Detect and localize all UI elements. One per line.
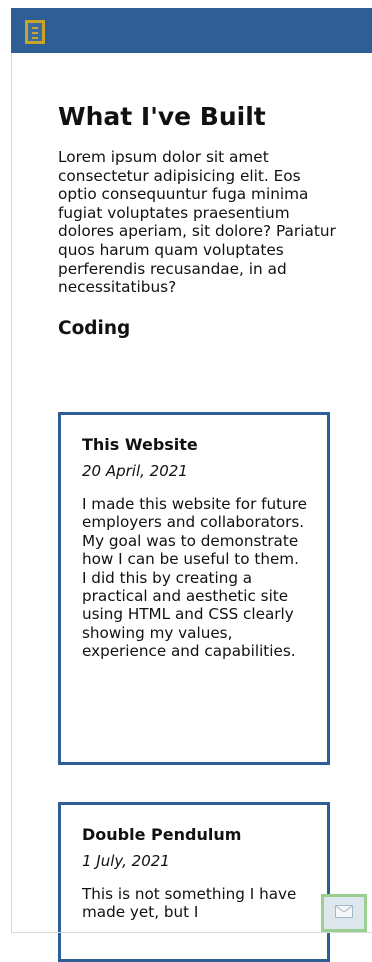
main-content: What I've Built Lorem ipsum dolor sit am… xyxy=(58,100,343,341)
project-card: Double Pendulum 1 July, 2021 This is not… xyxy=(58,802,330,962)
project-date: 20 April, 2021 xyxy=(82,462,188,480)
project-description: This is not something I have made yet, b… xyxy=(82,885,297,922)
hamburger-menu-icon xyxy=(32,37,38,39)
project-description: I made this website for future employers… xyxy=(82,495,307,661)
top-navigation-bar xyxy=(11,8,372,53)
intro-paragraph: Lorem ipsum dolor sit amet consectetur a… xyxy=(58,148,336,297)
hamburger-menu-icon xyxy=(32,27,38,29)
menu-button[interactable] xyxy=(25,20,45,44)
envelope-icon xyxy=(335,905,353,918)
project-title: Double Pendulum xyxy=(82,825,242,844)
project-card: This Website 20 April, 2021 I made this … xyxy=(58,412,330,765)
page-edge-divider xyxy=(11,53,12,933)
project-date: 1 July, 2021 xyxy=(82,852,170,870)
project-title: This Website xyxy=(82,435,198,454)
contact-button[interactable] xyxy=(321,894,367,932)
page-title: What I've Built xyxy=(58,102,266,131)
page-bottom-divider xyxy=(11,932,372,933)
section-title-coding: Coding xyxy=(58,317,131,339)
hamburger-menu-icon xyxy=(32,32,38,34)
